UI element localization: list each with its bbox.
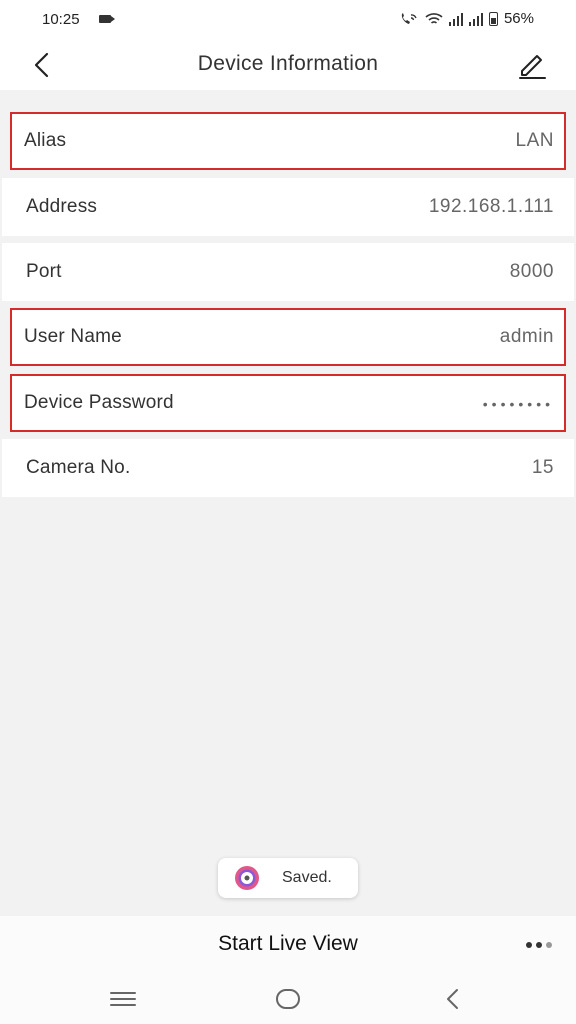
address-label: Address [26, 196, 98, 217]
page-title: Device Information [197, 52, 379, 75]
username-label: User Name [24, 326, 122, 347]
camera-no-row[interactable]: Camera No. 15 [2, 439, 574, 497]
alias-label: Alias [24, 130, 67, 151]
edit-pencil-icon[interactable] [516, 48, 548, 80]
port-label: Port [26, 261, 62, 282]
status-icons: 56% [399, 10, 534, 27]
more-options-icon[interactable] [524, 940, 556, 950]
signal-2-icon [468, 12, 483, 26]
battery-percent: 56% [503, 10, 534, 27]
app-logo-icon [235, 866, 259, 890]
saved-toast: Saved. [218, 858, 358, 898]
wifi-icon [425, 12, 443, 24]
camera-no-value: 15 [531, 457, 554, 478]
app-bar: Device Information [0, 40, 576, 90]
username-value: admin [499, 326, 554, 347]
port-value: 8000 [509, 261, 554, 282]
system-nav-bar [0, 974, 576, 1024]
toast-text: Saved. [282, 869, 332, 886]
start-live-view-button[interactable]: Start Live View [0, 932, 576, 956]
bottom-action-bar: Start Live View [0, 916, 576, 974]
password-row[interactable]: Device Password •••••••• [10, 374, 566, 432]
address-row[interactable]: Address 192.168.1.111 [2, 178, 574, 236]
home-icon[interactable] [273, 986, 303, 1012]
signal-icon [448, 12, 463, 26]
address-value: 192.168.1.111 [428, 196, 554, 217]
wifi-call-icon [401, 12, 417, 24]
status-time: 10:25 [42, 11, 80, 28]
status-bar: 10:25 56% [0, 0, 576, 40]
password-label: Device Password [24, 392, 174, 413]
port-row[interactable]: Port 8000 [2, 243, 574, 301]
password-value: •••••••• [482, 396, 554, 412]
battery-icon [488, 11, 498, 26]
video-camera-icon [99, 15, 115, 23]
camera-no-label: Camera No. [26, 457, 131, 478]
recent-apps-icon[interactable] [108, 986, 138, 1012]
alias-row[interactable]: Alias LAN [10, 112, 566, 170]
nav-back-icon[interactable] [438, 986, 468, 1012]
alias-value: LAN [515, 130, 554, 151]
username-row[interactable]: User Name admin [10, 308, 566, 366]
